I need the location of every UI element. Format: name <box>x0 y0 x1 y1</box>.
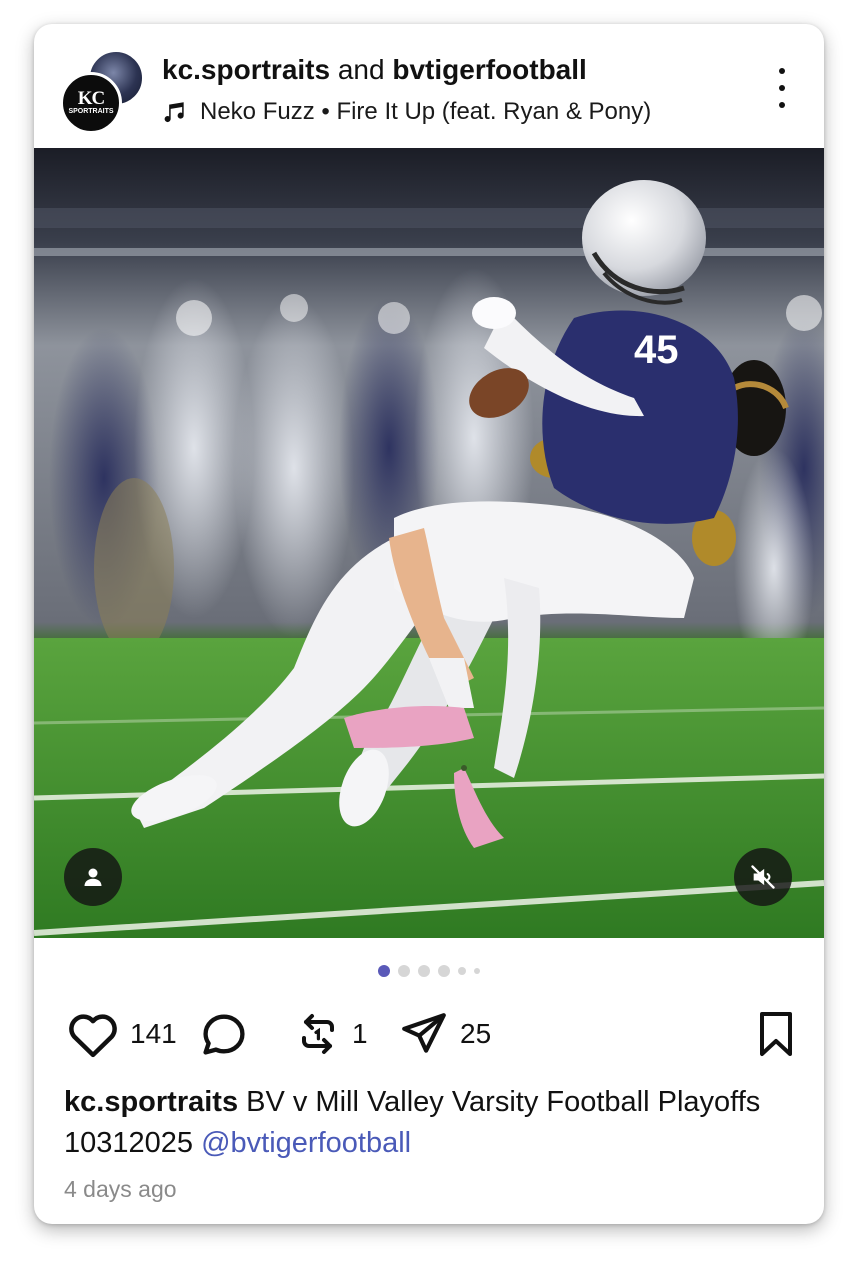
carousel-dot-3[interactable] <box>418 965 430 977</box>
football-photo: 45 <box>34 148 824 938</box>
post-header: KC SPORTRAITS kc.sportraits and bvtigerf… <box>34 24 824 148</box>
avatar-stack[interactable]: KC SPORTRAITS <box>60 50 144 134</box>
comment-icon <box>203 1014 245 1055</box>
share-count: 25 <box>460 1018 492 1049</box>
carousel-dot-4[interactable] <box>438 965 450 977</box>
more-dot <box>779 85 785 91</box>
author-primary-link[interactable]: kc.sportraits <box>162 54 330 85</box>
repost-icon <box>302 1014 334 1054</box>
like-button[interactable]: 141 <box>66 1006 177 1062</box>
more-vertical-icon <box>779 68 785 74</box>
jersey-number: 45 <box>634 328 679 372</box>
post-caption: kc.sportraits BV v Mill Valley Varsity F… <box>64 1082 764 1164</box>
muted-speaker-icon <box>751 865 775 889</box>
author-line: kc.sportraits and bvtigerfootball <box>162 54 587 86</box>
carousel-dot-5[interactable] <box>458 967 466 975</box>
post-media[interactable]: 45 <box>34 148 824 938</box>
caption-mention-link[interactable]: @bvtigerfootball <box>201 1127 411 1159</box>
avatar-logo-subtext: SPORTRAITS <box>68 108 114 115</box>
more-dot <box>779 102 785 108</box>
music-title: Neko Fuzz • Fire It Up (feat. Ryan & Pon… <box>200 98 652 125</box>
person-icon <box>84 868 102 886</box>
tagged-people-button[interactable] <box>64 848 122 906</box>
mute-toggle-button[interactable] <box>734 848 792 906</box>
share-button[interactable]: 25 <box>398 1006 491 1062</box>
more-options-button[interactable] <box>768 68 796 108</box>
avatar-kc-sportraits[interactable]: KC SPORTRAITS <box>60 72 122 134</box>
comment-button[interactable] <box>198 1006 250 1062</box>
music-attribution[interactable]: Neko Fuzz • Fire It Up (feat. Ryan & Pon… <box>162 98 651 126</box>
like-count: 141 <box>130 1018 177 1049</box>
send-icon <box>402 1013 446 1053</box>
post-timestamp: 4 days ago <box>64 1176 177 1202</box>
author-joiner: and <box>330 54 393 85</box>
repost-button[interactable]: 1 <box>294 1006 368 1062</box>
music-note-icon <box>164 102 184 123</box>
carousel-indicator <box>34 964 824 978</box>
carousel-dot-1[interactable] <box>378 965 390 977</box>
heart-icon <box>69 1014 117 1058</box>
action-bar: 141 1 25 <box>66 1006 796 1062</box>
carousel-dot-2[interactable] <box>398 965 410 977</box>
avatar-logo-text: KC <box>77 88 105 109</box>
post-card: KC SPORTRAITS kc.sportraits and bvtigerf… <box>34 24 824 1224</box>
author-secondary-link[interactable]: bvtigerfootball <box>392 54 586 85</box>
carousel-dot-6[interactable] <box>474 968 480 974</box>
bookmark-button[interactable] <box>756 1006 796 1062</box>
repost-count: 1 <box>352 1018 368 1049</box>
bookmark-icon <box>760 1012 792 1056</box>
caption-username[interactable]: kc.sportraits <box>64 1086 238 1118</box>
